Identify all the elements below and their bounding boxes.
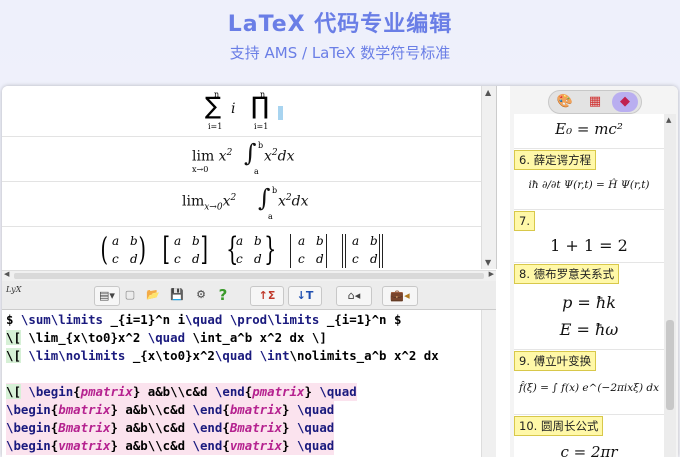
toolbox-dropdown-button[interactable]: 💼◂ — [382, 286, 418, 306]
app-window: n ∑ i=1 i n ∏ i=1 lim x2 x→0 ∫ b a x2dx … — [2, 86, 678, 457]
Bmatrix: {a b c d} — [226, 230, 277, 268]
formula-library-pane: 🎨 ▦ ◆ E₀ = mc² 6. 薛定谔方程 iħ ∂/∂t Ψ(r,t) =… — [510, 86, 678, 457]
editor-vertical-scrollbar[interactable] — [481, 310, 496, 457]
save-icon[interactable]: 💾 — [168, 286, 186, 304]
Vmatrix: ab cd — [342, 234, 383, 268]
formula-label: 9. 傅立叶变换 — [514, 351, 597, 371]
bmatrix: [a b c d] — [162, 230, 208, 268]
page-title: LaTeX 代码专业编辑 — [227, 12, 453, 37]
paint-icon[interactable]: 🎨 — [552, 92, 578, 112]
preview-vertical-scrollbar[interactable]: ▲ ▼ — [481, 86, 496, 269]
formula-label: 7. — [514, 211, 535, 231]
formula-list[interactable]: E₀ = mc² 6. 薛定谔方程 iħ ∂/∂t Ψ(r,t) = Ĥ Ψ(r… — [514, 114, 664, 457]
list-item[interactable]: E₀ = mc² — [514, 114, 664, 149]
vmatrix: ab cd — [288, 234, 328, 268]
scroll-right-icon[interactable]: ▶ — [489, 270, 494, 278]
editor-toolbar: LyX ▤▾ ▢ 📂 💾 ⚙ ? ↑Σ ↓T ⌂◂ 💼◂ — [2, 281, 496, 310]
code-line-1[interactable]: $ \sum\limits _{i=1}^n i\quad \prod\limi… — [6, 311, 401, 329]
preview-horizontal-scrollbar[interactable]: ◀ ▶ — [2, 270, 496, 281]
scroll-thumb[interactable] — [14, 273, 484, 279]
insert-symbol-button[interactable]: ↑Σ — [250, 286, 284, 306]
code-line-2[interactable]: \[ \lim_{x\to0}x^2 \quad \int_a^b x^2 dx… — [6, 329, 327, 347]
settings-gear-icon[interactable]: ⚙ — [192, 286, 210, 304]
list-item[interactable]: 9. 傅立叶变换 f̂(ξ) = ∫ f(x) e^(−2πixξ) dx — [514, 350, 664, 415]
help-icon[interactable]: ? — [214, 286, 232, 304]
text-cursor — [278, 106, 283, 120]
library-scrollbar[interactable]: ▲ — [664, 114, 676, 457]
code-editor[interactable]: $ \sum\limits _{i=1}^n i\quad \prod\limi… — [2, 310, 496, 457]
scroll-up-icon[interactable]: ▲ — [666, 116, 671, 124]
formula-label: 10. 圆周长公式 — [514, 416, 604, 436]
code-line-8[interactable]: \begin{vmatrix} a&b\\c&d \end{vmatrix} \… — [6, 437, 335, 455]
scroll-up-icon[interactable]: ▲ — [485, 88, 491, 97]
insert-text-button[interactable]: ↓T — [288, 286, 322, 306]
lyx-logo: LyX — [6, 285, 22, 294]
code-line-6[interactable]: \begin{bmatrix} a&b\\c&d \end{bmatrix} \… — [6, 401, 335, 419]
library-tab-group: 🎨 ▦ ◆ — [548, 90, 642, 114]
pmatrix: (a b c d) — [100, 230, 146, 268]
new-file-icon[interactable]: ▢ — [122, 286, 138, 304]
list-item[interactable]: 6. 薛定谔方程 iħ ∂/∂t Ψ(r,t) = Ĥ Ψ(r,t) — [514, 149, 664, 210]
scroll-thumb[interactable] — [666, 320, 674, 410]
list-item[interactable]: 7. 1 + 1 = 2 — [514, 210, 664, 263]
template-dropdown-button[interactable]: ⌂◂ — [336, 286, 372, 306]
list-item[interactable]: 8. 德布罗意关系式 p = ħk E = ħω — [514, 263, 664, 350]
code-line-3[interactable]: \[ \lim\nolimits _{x\to0}x^2\quad \int\n… — [6, 347, 439, 365]
preview-row-sum-prod: n ∑ i=1 i n ∏ i=1 — [2, 86, 492, 137]
open-folder-icon[interactable]: 📂 — [144, 286, 162, 304]
bookmark-icon[interactable]: ◆ — [612, 92, 638, 112]
page-subtitle: 支持 AMS / LaTeX 数学符号标准 — [229, 44, 451, 62]
menu-dropdown-button[interactable]: ▤▾ — [94, 286, 120, 306]
scroll-down-icon[interactable]: ▼ — [485, 258, 491, 267]
preview-row-lim-int: lim x2 x→0 ∫ b a x2dx — [2, 137, 492, 182]
grid-icon[interactable]: ▦ — [582, 92, 608, 112]
preview-pane[interactable]: n ∑ i=1 i n ∏ i=1 lim x2 x→0 ∫ b a x2dx … — [2, 86, 497, 269]
preview-row-nolimits: limx→0x2 ∫ b a x2dx — [2, 182, 492, 227]
scroll-left-icon[interactable]: ◀ — [4, 270, 9, 278]
code-line-7[interactable]: \begin{Bmatrix} a&b\\c&d \end{Bmatrix} \… — [6, 419, 335, 437]
code-line-5[interactable]: \[ \begin{pmatrix} a&b\\c&d \end{pmatrix… — [6, 383, 357, 401]
formula-label: 8. 德布罗意关系式 — [514, 264, 620, 284]
formula-label: 6. 薛定谔方程 — [514, 150, 597, 170]
list-item[interactable]: 10. 圆周长公式 c = 2πr — [514, 415, 664, 457]
